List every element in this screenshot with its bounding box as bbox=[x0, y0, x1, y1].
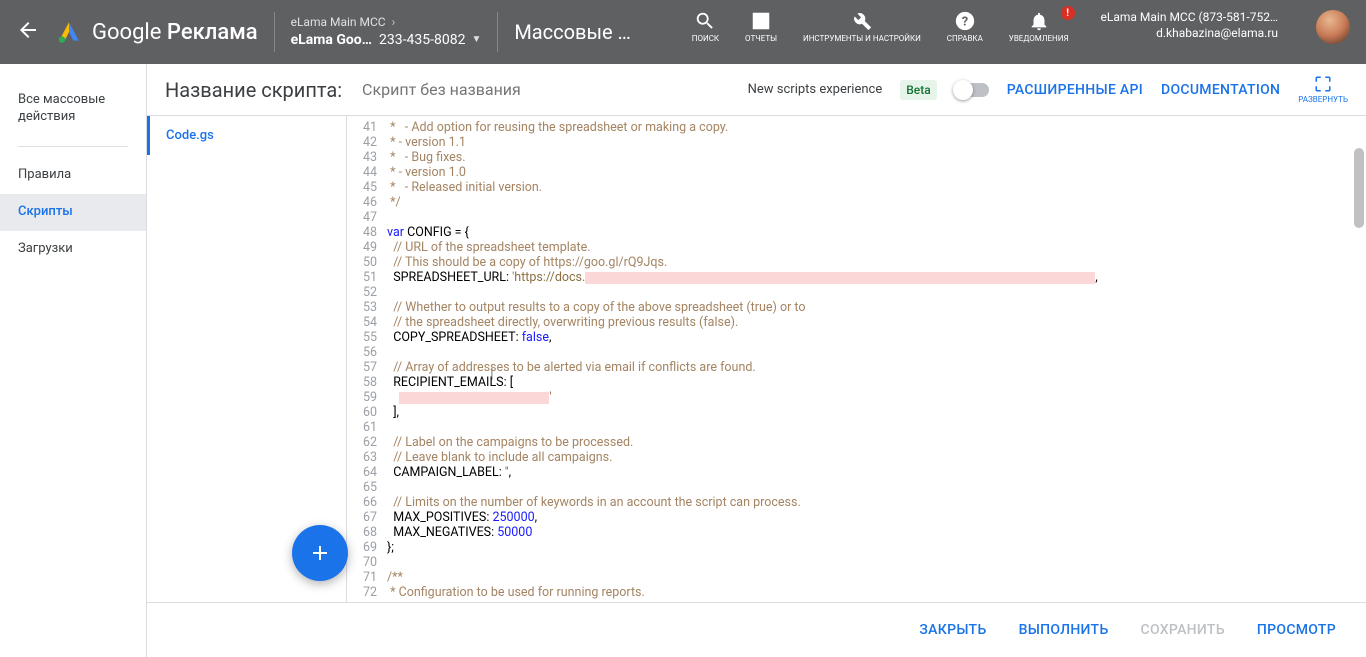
tools-settings[interactable]: ИНСТРУМЕНТЫ И НАСТРОЙКИ bbox=[803, 10, 921, 44]
beta-badge: Beta bbox=[900, 80, 936, 100]
account-name: eLama Goo… bbox=[291, 31, 372, 51]
account-id: 233-435-8082 bbox=[379, 31, 465, 51]
footer-actions: ЗАКРЫТЬ ВЫПОЛНИТЬ СОХРАНИТЬ ПРОСМОТР bbox=[147, 602, 1366, 657]
svg-text:?: ? bbox=[962, 15, 968, 30]
advanced-apis-link[interactable]: РАСШИРЕННЫЕ API bbox=[1007, 82, 1143, 98]
file-item[interactable]: Code.gs bbox=[147, 116, 346, 155]
nav-uploads[interactable]: Загрузки bbox=[0, 231, 146, 268]
account-switcher[interactable]: eLama Main MCC› eLama Goo… 233-435-8082 … bbox=[291, 14, 482, 50]
user-email: d.khabazina@elama.ru bbox=[1156, 26, 1278, 40]
chevron-right-icon: › bbox=[392, 14, 396, 31]
scrollbar-thumb[interactable] bbox=[1354, 148, 1364, 228]
nav-divider bbox=[18, 146, 128, 147]
user-avatar[interactable] bbox=[1316, 10, 1350, 44]
new-experience-label: New scripts experience bbox=[748, 82, 883, 97]
divider bbox=[497, 12, 498, 52]
user-account: eLama Main MCC (873-581-752… bbox=[1101, 10, 1278, 24]
plus-icon bbox=[308, 541, 332, 565]
expand-icon bbox=[1314, 75, 1332, 93]
help-tool[interactable]: ? СПРАВКА bbox=[947, 10, 983, 44]
script-name-label: Название скрипта: bbox=[165, 78, 342, 102]
scrollbar[interactable] bbox=[1352, 116, 1366, 602]
arrow-left-icon bbox=[16, 18, 40, 42]
user-info: eLama Main MCC (873-581-752… d.khabazina… bbox=[1101, 10, 1278, 40]
script-header: Название скрипта: New scripts experience… bbox=[147, 64, 1366, 116]
preview-button[interactable]: ПРОСМОТР bbox=[1257, 622, 1336, 638]
product-logo[interactable]: Google Реклама bbox=[56, 19, 258, 45]
redacted-url bbox=[585, 272, 1095, 284]
expand-button[interactable]: РАЗВЕРНУТЬ bbox=[1298, 75, 1348, 104]
documentation-link[interactable]: DOCUMENTATION bbox=[1161, 82, 1280, 98]
script-name-input[interactable] bbox=[360, 76, 570, 103]
help-icon: ? bbox=[954, 10, 976, 32]
bell-icon bbox=[1028, 10, 1050, 32]
run-button[interactable]: ВЫПОЛНИТЬ bbox=[1019, 622, 1109, 638]
app-header: Google Реклама eLama Main MCC › eLama Goo… bbox=[0, 0, 1366, 64]
add-fab[interactable] bbox=[292, 525, 348, 581]
nav-scripts[interactable]: Скрипты bbox=[0, 194, 146, 231]
back-button[interactable] bbox=[16, 18, 40, 46]
product-name: Google Реклама bbox=[92, 20, 258, 45]
breadcrumb: Массовые … bbox=[514, 20, 631, 44]
reports-tool[interactable]: ОТЧЕТЫ bbox=[745, 10, 777, 44]
bar-chart-icon bbox=[750, 10, 772, 32]
save-button: СОХРАНИТЬ bbox=[1141, 622, 1225, 638]
wrench-icon bbox=[851, 10, 873, 32]
nav-rules[interactable]: Правила bbox=[0, 157, 146, 194]
notification-badge: ! bbox=[1061, 6, 1075, 20]
sidebar: Все массовые действия Правила Скрипты За… bbox=[0, 64, 146, 657]
header-tools: ПОИСК ОТЧЕТЫ ИНСТРУМЕНТЫ И НАСТРОЙКИ ? С… bbox=[692, 0, 1350, 64]
redacted-email bbox=[399, 392, 549, 404]
search-tool[interactable]: ПОИСК bbox=[692, 10, 719, 44]
ads-logo-icon bbox=[56, 19, 82, 45]
account-parent: eLama Main MCC bbox=[291, 14, 386, 31]
divider bbox=[274, 12, 275, 52]
search-icon bbox=[694, 10, 716, 32]
nav-all-bulk[interactable]: Все массовые действия bbox=[0, 82, 146, 136]
caret-down-icon: ▼ bbox=[471, 33, 481, 47]
close-button[interactable]: ЗАКРЫТЬ bbox=[919, 622, 986, 638]
new-experience-toggle[interactable] bbox=[955, 83, 989, 97]
notifications-tool[interactable]: ! УВЕДОМЛЕНИЯ bbox=[1009, 10, 1069, 44]
code-editor[interactable]: 41 * - Add option for reusing the spread… bbox=[347, 116, 1366, 602]
